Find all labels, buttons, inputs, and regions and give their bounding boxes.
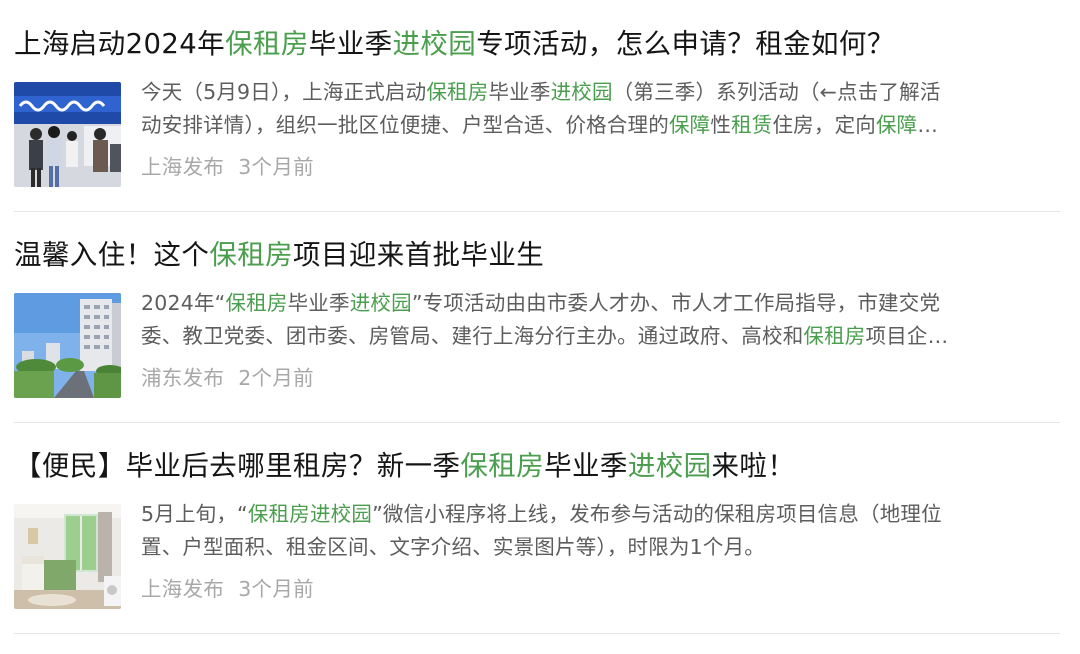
snippet-highlight: 进校园 bbox=[349, 291, 412, 315]
result-snippet: 今天（5月9日），上海正式启动保租房毕业季进校园（第三季）系列活动（←点击了解活… bbox=[141, 76, 1060, 142]
snippet-text: ”专项活动由由市委人才办、市人才工作局指导，市建交党 bbox=[411, 291, 941, 315]
title-highlight: 保租房 bbox=[209, 239, 294, 271]
snippet-line: 动安排详情），组织一批区位便捷、户型合适、价格合理的保障性租赁住房，定向保障… bbox=[141, 109, 1060, 142]
title-text: 【便民】毕业后去哪里租房？新一季 bbox=[14, 450, 461, 482]
title-highlight: 进校园 bbox=[392, 28, 477, 60]
snippet-text: 住房，定向 bbox=[772, 113, 876, 137]
snippet-text: ”微信小程序将上线，发布参与活动的保租房项目信息（地理位 bbox=[372, 502, 942, 526]
snippet-text: 今天（5月9日），上海正式启动 bbox=[141, 80, 427, 104]
snippet-text: 委、教卫党委、团市委、房管局、建行上海分行主办。通过政府、高校和 bbox=[141, 324, 804, 348]
result-meta: 上海发布 3个月前 bbox=[141, 152, 314, 182]
snippet-line: 2024年“保租房毕业季进校园”专项活动由由市委人才办、市人才工作局指导，市建交… bbox=[141, 287, 1060, 320]
title-text: 毕业季 bbox=[308, 28, 393, 60]
event-photo-icon bbox=[14, 82, 121, 187]
timestamp: 2个月前 bbox=[238, 366, 314, 390]
snippet-highlight: 保障 bbox=[875, 113, 918, 137]
result-item-1[interactable]: 温馨入住！这个保租房项目迎来首批毕业生 2024年“保租房毕业季进校园”专项活动… bbox=[14, 211, 1060, 422]
result-snippet: 5月上旬，“保租房进校园”微信小程序将上线，发布参与活动的保租房项目信息（地理位… bbox=[141, 498, 1060, 564]
timestamp: 3个月前 bbox=[238, 155, 314, 179]
snippet-line: 5月上旬，“保租房进校园”微信小程序将上线，发布参与活动的保租房项目信息（地理位 bbox=[141, 498, 1060, 531]
snippet-line: 置、户型面积、租金区间、文字介绍、实景图片等），时限为1个月。 bbox=[141, 531, 1060, 564]
title-text: 项目迎来首批毕业生 bbox=[293, 239, 545, 271]
snippet-highlight: 保租房 bbox=[803, 324, 866, 348]
result-title[interactable]: 上海启动2024年保租房毕业季进校园专项活动，怎么申请？租金如何？ bbox=[14, 24, 1060, 64]
divider bbox=[14, 633, 1060, 634]
snippet-text: 置、户型面积、租金区间、文字介绍、实景图片等），时限为1个月。 bbox=[141, 535, 765, 559]
snippet-text: 动安排详情），组织一批区位便捷、户型合适、价格合理的 bbox=[141, 113, 669, 137]
result-title[interactable]: 温馨入住！这个保租房项目迎来首批毕业生 bbox=[14, 235, 1060, 275]
title-highlight: 保租房 bbox=[460, 450, 545, 482]
title-text: 温馨入住！这个 bbox=[14, 239, 210, 271]
title-highlight: 进校园 bbox=[627, 450, 712, 482]
snippet-line: 今天（5月9日），上海正式启动保租房毕业季进校园（第三季）系列活动（←点击了解活 bbox=[141, 76, 1060, 109]
snippet-highlight: 保障 bbox=[668, 113, 711, 137]
event-photo-thumbnail[interactable] bbox=[14, 82, 121, 187]
snippet-highlight: 保租房进校园 bbox=[247, 502, 373, 526]
room-photo-icon bbox=[14, 504, 121, 609]
title-text: 专项活动，怎么申请？租金如何？ bbox=[476, 28, 895, 60]
snippet-text: （第三季）系列活动（←点击了解活 bbox=[612, 80, 941, 104]
title-text: 来啦！ bbox=[711, 450, 796, 482]
result-snippet: 2024年“保租房毕业季进校园”专项活动由由市委人才办、市人才工作局指导，市建交… bbox=[141, 287, 1060, 353]
title-text: 毕业季 bbox=[544, 450, 628, 482]
room-photo-thumbnail[interactable] bbox=[14, 504, 121, 609]
snippet-text: 2024年“ bbox=[141, 291, 226, 315]
snippet-text: 毕业季 bbox=[488, 80, 551, 104]
snippet-line: 委、教卫党委、团市委、房管局、建行上海分行主办。通过政府、高校和保租房项目企… bbox=[141, 320, 1060, 353]
timestamp: 3个月前 bbox=[238, 577, 314, 601]
snippet-text: 项目企… bbox=[865, 324, 949, 348]
source-label[interactable]: 浦东发布 bbox=[141, 366, 224, 390]
snippet-highlight: 进校园 bbox=[550, 80, 613, 104]
result-title[interactable]: 【便民】毕业后去哪里租房？新一季保租房毕业季进校园来啦！ bbox=[14, 446, 1060, 486]
source-label[interactable]: 上海发布 bbox=[141, 155, 224, 179]
title-text: 上海启动2024年 bbox=[14, 28, 226, 60]
snippet-text: … bbox=[917, 113, 939, 137]
title-highlight: 保租房 bbox=[225, 28, 309, 60]
building-photo-thumbnail[interactable] bbox=[14, 293, 121, 398]
snippet-highlight: 保租房 bbox=[426, 80, 489, 104]
result-meta: 上海发布 3个月前 bbox=[141, 574, 314, 604]
search-results-list: 上海启动2024年保租房毕业季进校园专项活动，怎么申请？租金如何？ 今天（5月9… bbox=[0, 0, 1080, 654]
snippet-text: 5月上旬，“ bbox=[141, 502, 248, 526]
snippet-highlight: 保租房 bbox=[225, 291, 288, 315]
result-item-2[interactable]: 【便民】毕业后去哪里租房？新一季保租房毕业季进校园来啦！ 5月上旬，“保租房进校… bbox=[14, 422, 1060, 633]
snippet-highlight: 租赁 bbox=[731, 113, 773, 137]
building-photo-icon bbox=[14, 293, 121, 398]
result-item-0[interactable]: 上海启动2024年保租房毕业季进校园专项活动，怎么申请？租金如何？ 今天（5月9… bbox=[14, 0, 1060, 211]
source-label[interactable]: 上海发布 bbox=[141, 577, 224, 601]
snippet-text: 毕业季 bbox=[287, 291, 350, 315]
result-meta: 浦东发布 2个月前 bbox=[141, 363, 314, 393]
snippet-text: 性 bbox=[710, 113, 732, 137]
